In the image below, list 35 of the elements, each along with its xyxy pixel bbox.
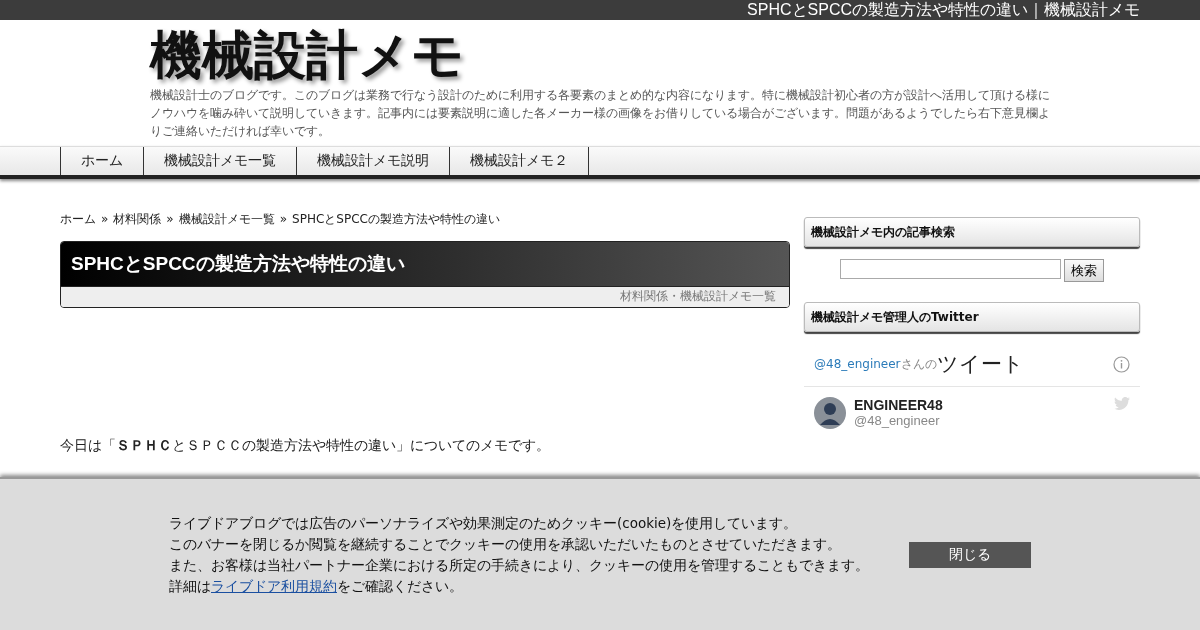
cookie-text: このバナーを閉じるか閲覧を継続することでクッキーの使用を承認いただいたものとさせていただきます。 xyxy=(169,535,842,554)
avatar-icon xyxy=(814,397,846,429)
site-description: 機械設計士のブログです。このブログは業務で行なう設計のために利用する各要素のまとめ的な内容になります。特に機械設計初心者の方が設計へ活用して頂ける様にノウハウを噛み砕いて説明していきます。記事内には要素説明に適した各メーカー様の画像をお借りしている場合がございます。問題があるようでしたら右下意見欄よりご連絡いただければ幸いです。 xyxy=(150,87,1051,140)
bird-icon xyxy=(1114,397,1130,410)
widget-heading: 機械設計メモ管理人のTwitter xyxy=(804,302,1140,332)
timeline-title: ツイート xyxy=(936,351,1025,378)
intro-paragraph: 今日は「ＳＰＨＣとＳＰＣＣの製造方法や特性の違い」についてのメモです。 xyxy=(60,436,551,454)
cookie-text: ライブドアブログでは広告のパーソナライズや効果測定のためクッキー(cookie)を使用しています。 xyxy=(169,514,799,533)
search-field[interactable] xyxy=(840,259,1061,279)
breadcrumb-separator: » xyxy=(279,212,288,226)
nav-item[interactable]: 機械設計メモ２ xyxy=(449,147,589,175)
info-icon[interactable] xyxy=(1113,355,1130,373)
breadcrumb-separator: » xyxy=(101,212,109,226)
breadcrumb-link[interactable]: ホーム xyxy=(60,210,96,228)
breadcrumb-link[interactable]: SPHCとSPCCの製造方法や特性の違い xyxy=(292,210,500,228)
nav-item[interactable]: 機械設計メモ一覧 xyxy=(143,147,296,175)
user-handle: @48_engineer xyxy=(854,413,941,428)
breadcrumb-link[interactable]: 材料関係 xyxy=(113,210,162,228)
nav-item[interactable]: ホーム xyxy=(60,147,143,175)
widget-heading: 機械設計メモ内の記事検索 xyxy=(804,217,1140,247)
handle-suffix: さんの xyxy=(900,355,937,371)
article-title: SPHCとSPCCの製造方法や特性の違い xyxy=(61,242,789,286)
search-button[interactable]: 検索 xyxy=(1064,259,1104,282)
page-title: SPHCとSPCCの製造方法や特性の違い｜機械設計メモ xyxy=(747,0,1140,21)
cookie-text: 詳細はライブドア利用規約をご確認ください。 xyxy=(169,577,464,596)
breadcrumb-separator: » xyxy=(166,212,174,226)
terms-link[interactable]: ライブドア利用規約 xyxy=(211,578,337,594)
close-button[interactable]: 閉じる xyxy=(909,542,1031,568)
breadcrumb-link[interactable]: 機械設計メモ一覧 xyxy=(178,210,275,228)
site-title[interactable]: 機械設計メモ xyxy=(150,26,464,84)
user-name: ENGINEER48 xyxy=(854,397,944,413)
article-categories: 材料関係・機械設計メモ一覧 xyxy=(61,286,789,307)
nav-item[interactable]: 機械設計メモ説明 xyxy=(296,147,449,175)
cookie-text: また、お客様は当社パートナー企業における所定の手続きにより、クッキーの使用を管理することもできます。 xyxy=(169,556,869,575)
handle-link[interactable]: @48_engineer xyxy=(814,357,901,371)
